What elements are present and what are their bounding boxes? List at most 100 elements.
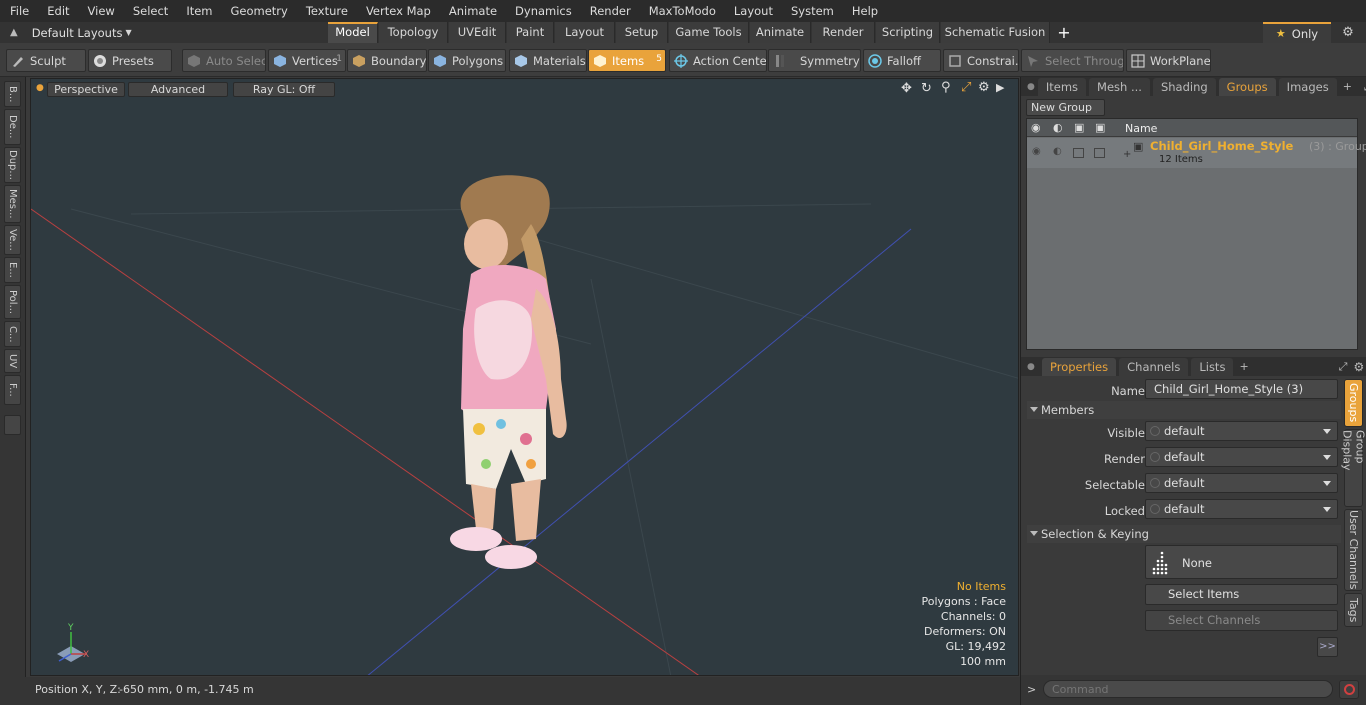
sculpt-button[interactable]: Sculpt <box>6 49 86 72</box>
gear-icon[interactable]: ⚙ <box>1340 25 1356 41</box>
command-input[interactable] <box>1043 680 1333 698</box>
move-view-icon[interactable]: ✥ <box>901 81 912 96</box>
menu-file[interactable]: File <box>0 0 37 22</box>
tab-model[interactable]: Model <box>328 22 378 43</box>
advanced-button[interactable]: Advanced <box>128 82 228 97</box>
add-tab-icon[interactable]: + <box>1343 80 1352 93</box>
side-tab-tags[interactable]: Tags <box>1344 593 1363 627</box>
menu-system[interactable]: System <box>781 0 842 22</box>
menu-item[interactable]: Item <box>176 0 220 22</box>
tab-paint[interactable]: Paint <box>507 22 554 43</box>
menu-texture[interactable]: Texture <box>296 0 356 22</box>
tab-images[interactable]: Images <box>1278 78 1337 96</box>
tab-items[interactable]: Items <box>1037 78 1087 96</box>
menu-maxtomodo[interactable]: MaxToModo <box>639 0 724 22</box>
only-toggle[interactable]: ★ Only <box>1263 22 1331 43</box>
menu-edit[interactable]: Edit <box>37 0 77 22</box>
members-section[interactable]: Members <box>1027 401 1341 419</box>
left-tab-mesh[interactable]: Mes... <box>4 185 21 223</box>
visible-select[interactable]: default <box>1145 421 1338 441</box>
left-tab-basic[interactable]: B... <box>4 81 21 107</box>
falloff-button[interactable]: Falloff <box>863 49 941 72</box>
presets-button[interactable]: Presets <box>88 49 172 72</box>
vertices-button[interactable]: Vertices 1 <box>268 49 346 72</box>
menu-animate[interactable]: Animate <box>439 0 505 22</box>
menu-select[interactable]: Select <box>123 0 176 22</box>
tab-mesh[interactable]: Mesh ... <box>1089 78 1150 96</box>
selectable-select[interactable]: default <box>1145 473 1338 493</box>
record-button[interactable] <box>1339 680 1359 699</box>
tab-uvedit[interactable]: UVEdit <box>449 22 506 43</box>
menu-render[interactable]: Render <box>580 0 639 22</box>
left-tab-fusion[interactable]: F... <box>4 375 21 405</box>
name-field[interactable]: Child_Girl_Home_Style (3) <box>1145 379 1338 399</box>
perspective-button[interactable]: Perspective <box>47 82 125 97</box>
items-button[interactable]: Items 5 <box>588 49 666 72</box>
constraints-button[interactable]: Constrai... <box>943 49 1019 72</box>
tab-render[interactable]: Render <box>812 22 875 43</box>
zoom-view-icon[interactable]: ⚲ <box>941 80 951 95</box>
left-tab-edge[interactable]: E... <box>4 257 21 283</box>
none-keying-button[interactable]: None <box>1145 545 1338 579</box>
tab-animate[interactable]: Animate <box>750 22 811 43</box>
tab-schematic-fusion[interactable]: Schematic Fusion <box>941 22 1050 43</box>
left-tab-polygon[interactable]: Pol... <box>4 285 21 319</box>
row-render-icon[interactable]: ◐ <box>1053 146 1062 157</box>
tab-lists[interactable]: Lists <box>1191 358 1234 376</box>
materials-button[interactable]: Materials <box>509 49 587 72</box>
left-tab-uv[interactable]: UV <box>4 349 21 373</box>
more-button[interactable]: >> <box>1317 637 1338 657</box>
tab-scripting[interactable]: Scripting <box>876 22 940 43</box>
tab-topology[interactable]: Topology <box>379 22 448 43</box>
tab-groups[interactable]: Groups <box>1218 78 1276 96</box>
select-channels-button[interactable]: Select Channels <box>1145 610 1338 631</box>
tab-shading[interactable]: Shading <box>1152 78 1216 96</box>
props-maximize-icon[interactable]: ⤢ <box>1339 360 1348 374</box>
props-add-tab-icon[interactable]: + <box>1239 360 1248 373</box>
row-eye-icon[interactable]: ◉ <box>1032 146 1041 157</box>
side-tab-user-channels[interactable]: User Channels <box>1344 509 1363 591</box>
auto-select-button[interactable]: Auto Select <box>182 49 266 72</box>
polygons-button[interactable]: Polygons <box>428 49 506 72</box>
menu-view[interactable]: View <box>78 0 123 22</box>
render-select[interactable]: default <box>1145 447 1338 467</box>
raygl-button[interactable]: Ray GL: Off <box>233 82 335 97</box>
layouts-dropdown[interactable]: ▲ Default Layouts ▼ <box>0 22 132 43</box>
side-tab-group-display[interactable]: Group Display <box>1341 429 1366 507</box>
tab-properties[interactable]: Properties <box>1042 358 1117 376</box>
viewport-settings-icon[interactable]: ⚙ <box>978 80 990 95</box>
symmetry-button[interactable]: Symmetry <box>768 49 861 72</box>
add-tab-button[interactable]: + <box>1055 22 1073 43</box>
boundary-button[interactable]: Boundary <box>347 49 427 72</box>
menu-layout[interactable]: Layout <box>724 0 781 22</box>
props-gear-icon[interactable]: ⚙ <box>1353 360 1364 374</box>
select-items-button[interactable]: Select Items <box>1145 584 1338 605</box>
expand-icon[interactable]: + <box>1123 149 1131 160</box>
tab-setup[interactable]: Setup <box>616 22 668 43</box>
left-tab-vertex[interactable]: Ve... <box>4 225 21 255</box>
menu-geometry[interactable]: Geometry <box>221 0 296 22</box>
locked-select[interactable]: default <box>1145 499 1338 519</box>
left-tab-expand[interactable] <box>4 415 21 435</box>
tab-game-tools[interactable]: Game Tools <box>669 22 749 43</box>
row-lock-toggle[interactable] <box>1073 148 1084 158</box>
select-through-button[interactable]: Select Through <box>1021 49 1124 72</box>
menu-help[interactable]: Help <box>842 0 886 22</box>
left-tab-curve[interactable]: C... <box>4 321 21 347</box>
left-tab-duplicate[interactable]: Dup... <box>4 147 21 183</box>
action-center-button[interactable]: Action Center <box>669 49 767 72</box>
side-tab-groups[interactable]: Groups <box>1344 379 1363 427</box>
row-select-toggle[interactable] <box>1094 148 1105 158</box>
tab-layout[interactable]: Layout <box>555 22 615 43</box>
group-row[interactable]: ◉ ◐ + ▣ Child_Girl_Home_Style (3) : Grou… <box>1027 138 1366 168</box>
menu-vertex-map[interactable]: Vertex Map <box>356 0 439 22</box>
viewport-expand-icon[interactable]: ▶ <box>996 81 1004 94</box>
menu-dynamics[interactable]: Dynamics <box>505 0 580 22</box>
3d-viewport[interactable]: Y X ● Perspective Advanced Ray GL: Off ✥… <box>30 78 1019 676</box>
rotate-view-icon[interactable]: ↻ <box>921 81 932 96</box>
fit-view-icon[interactable]: ⤢ <box>961 80 971 95</box>
new-group-button[interactable]: New Group <box>1026 99 1105 116</box>
left-tab-deform[interactable]: De... <box>4 109 21 145</box>
selection-keying-section[interactable]: Selection & Keying <box>1027 525 1341 543</box>
tab-channels[interactable]: Channels <box>1119 358 1189 376</box>
